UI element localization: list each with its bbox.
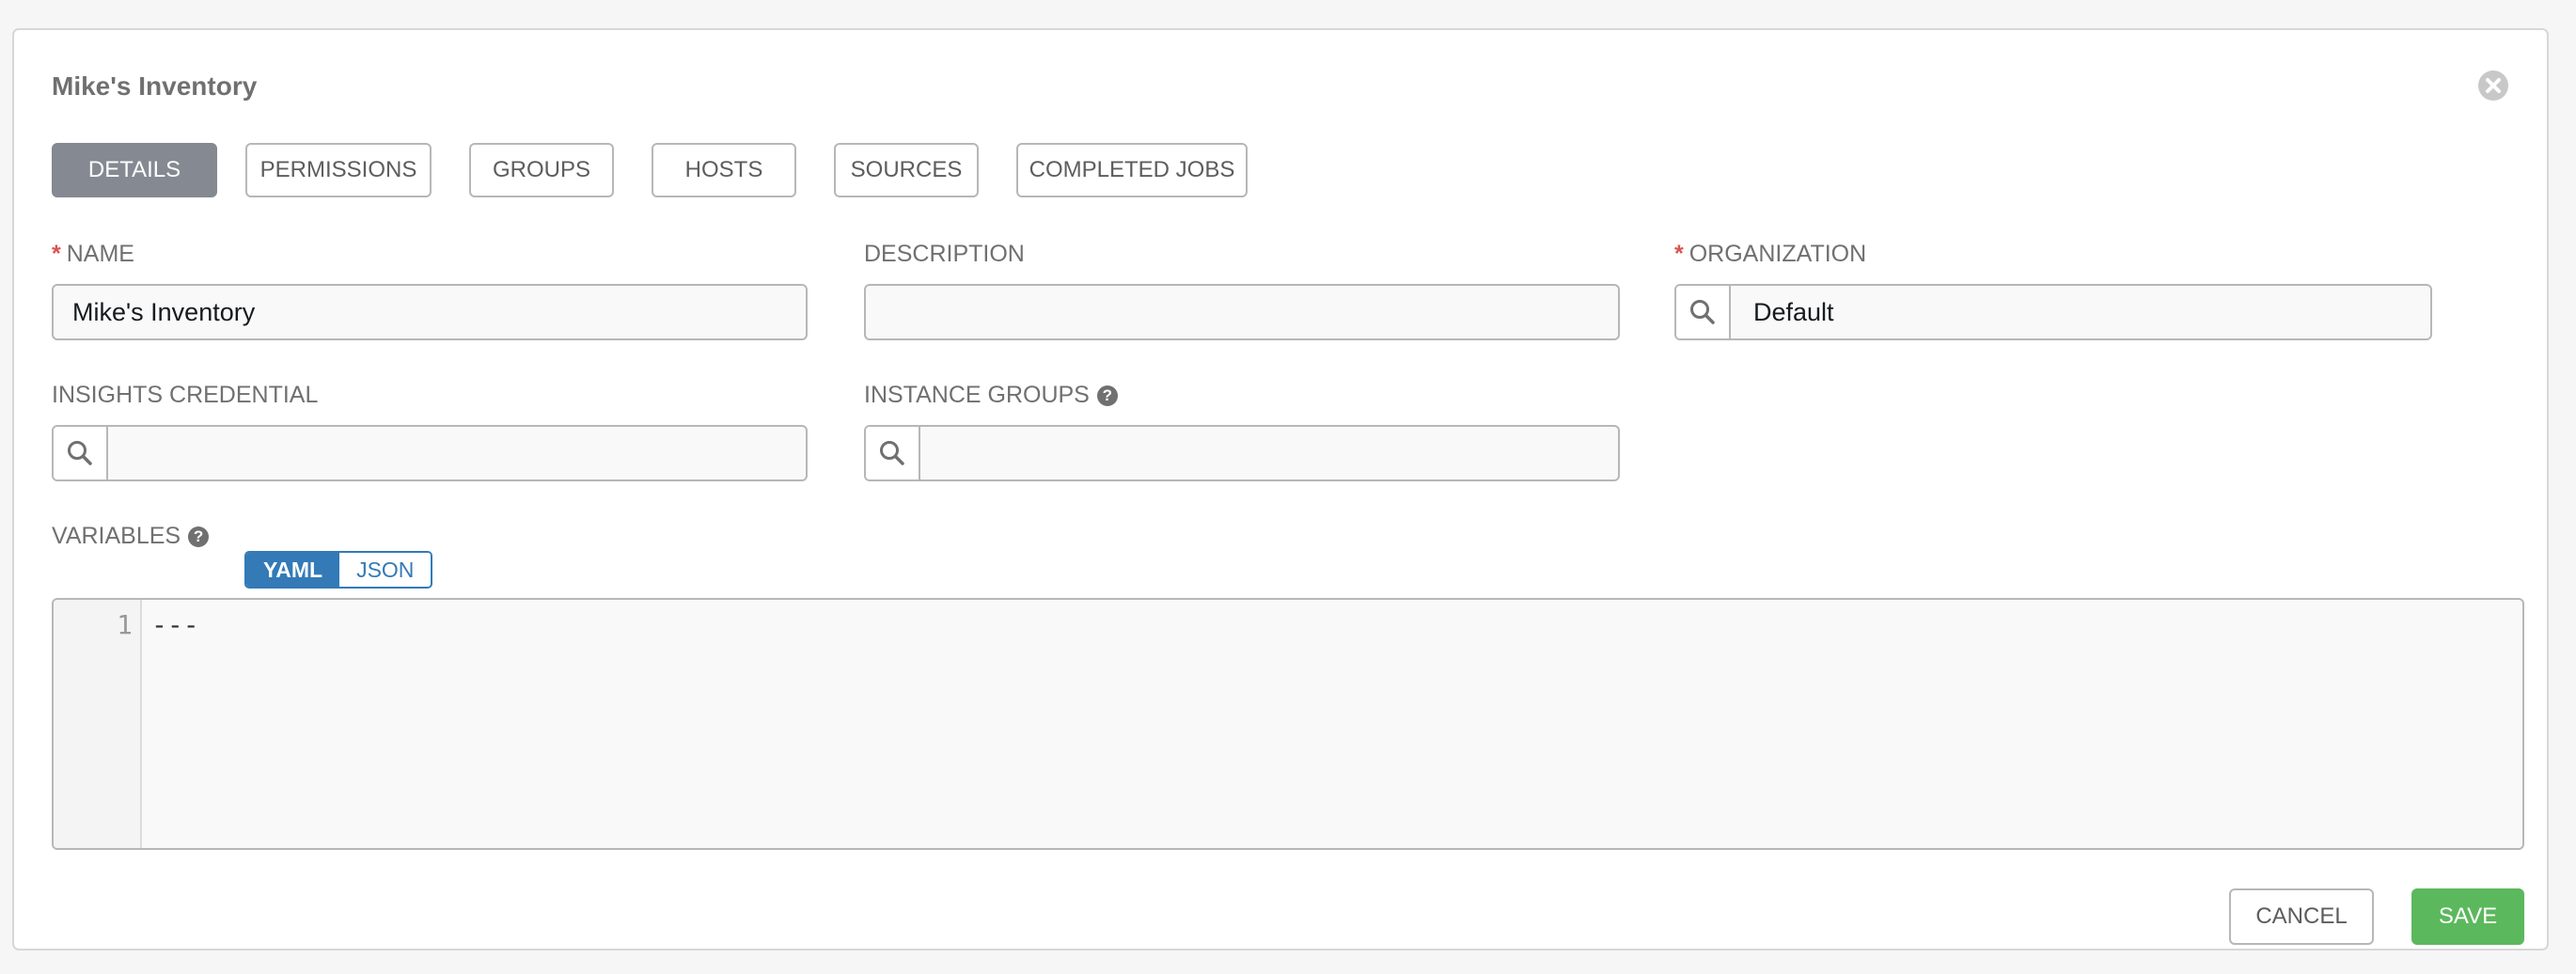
tab-sources[interactable]: SOURCES [834, 143, 979, 197]
required-marker: * [1674, 241, 1684, 267]
tab-groups[interactable]: GROUPS [469, 143, 614, 197]
inventory-form-panel: Mike's Inventory DETAILS PERMISSIONS GRO… [12, 28, 2549, 950]
variables-format-toggle: YAML JSON [244, 551, 433, 589]
json-toggle-button[interactable]: JSON [339, 553, 432, 587]
description-input[interactable] [864, 284, 1620, 340]
editor-gutter: 1 [54, 600, 142, 848]
instance-groups-input[interactable] [920, 427, 1618, 479]
variables-code-editor[interactable]: 1 --- [52, 598, 2524, 850]
variables-label: VARIABLES? [52, 523, 210, 550]
insights-credential-label: INSIGHTS CREDENTIAL [52, 382, 319, 408]
yaml-toggle-button[interactable]: YAML [246, 553, 340, 587]
description-label: DESCRIPTION [864, 241, 1025, 267]
insights-credential-input[interactable] [108, 427, 806, 479]
insights-credential-lookup [52, 425, 808, 481]
tab-completed-jobs[interactable]: COMPLETED JOBS [1016, 143, 1248, 197]
search-icon[interactable] [1676, 286, 1731, 338]
name-label: * NAME [52, 241, 134, 267]
question-circle-icon[interactable]: ? [1096, 385, 1118, 406]
tab-hosts[interactable]: HOSTS [652, 143, 796, 197]
code-line[interactable]: --- [151, 609, 199, 640]
save-button[interactable]: SAVE [2411, 888, 2524, 945]
organization-lookup: Default [1674, 284, 2432, 340]
organization-input[interactable]: Default [1731, 286, 2430, 338]
tab-permissions[interactable]: PERMISSIONS [245, 143, 432, 197]
search-icon[interactable] [866, 427, 920, 479]
instance-groups-lookup [864, 425, 1620, 481]
close-icon[interactable] [2477, 70, 2509, 102]
name-input[interactable]: Mike's Inventory [52, 284, 808, 340]
tab-details[interactable]: DETAILS [52, 143, 217, 197]
cancel-button[interactable]: CANCEL [2229, 888, 2374, 945]
instance-groups-label: INSTANCE GROUPS? [864, 382, 1118, 409]
organization-label: * ORGANIZATION [1674, 241, 1867, 267]
search-icon[interactable] [54, 427, 108, 479]
line-number: 1 [117, 609, 133, 640]
question-circle-icon[interactable]: ? [188, 526, 210, 547]
required-marker: * [52, 241, 61, 267]
dialog-title: Mike's Inventory [52, 71, 258, 101]
